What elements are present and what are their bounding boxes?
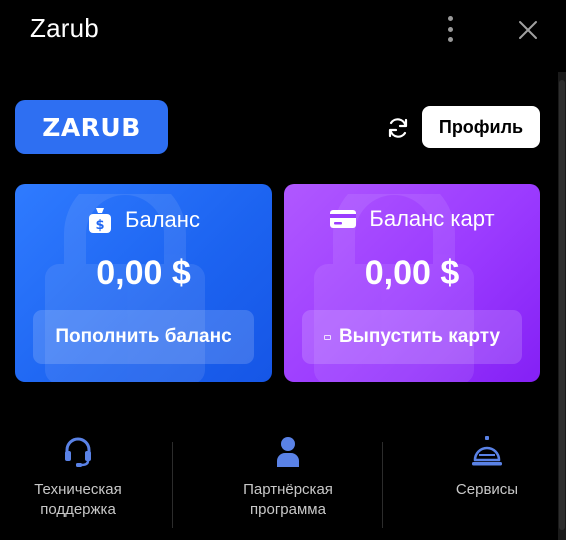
balance-amount: 0,00 $ xyxy=(96,254,191,292)
bottom-nav: Техническая поддержка Партнёрская програ… xyxy=(0,430,566,530)
top-up-balance-button[interactable]: Пополнить баланс xyxy=(33,310,254,364)
nav-partner-line1: Партнёрская xyxy=(243,481,333,498)
user-icon xyxy=(277,437,299,467)
kebab-menu-icon[interactable] xyxy=(440,16,460,42)
issue-card-label: Выпустить карту xyxy=(338,326,501,347)
cards-balance-header: Баланс карт xyxy=(284,206,540,232)
balance-card-header: $ Баланс xyxy=(15,206,272,234)
mini-card-icon xyxy=(323,334,331,340)
title-bar: Zarub xyxy=(0,0,566,58)
credit-card-icon xyxy=(330,210,357,228)
nav-services-label: Сервисы xyxy=(455,481,519,498)
money-bag-icon: $ xyxy=(89,208,112,233)
nav-divider xyxy=(172,442,173,528)
nav-support-line2: поддержка xyxy=(40,501,116,518)
balance-card-title: Баланс xyxy=(125,207,200,232)
service-bell-icon xyxy=(472,436,502,466)
nav-item-support[interactable]: Техническая поддержка xyxy=(18,430,138,520)
issue-card-button[interactable]: Выпустить карту xyxy=(302,310,522,364)
nav-item-partner[interactable]: Партнёрская программа xyxy=(218,430,358,520)
cards-balance-amount: 0,00 $ xyxy=(364,254,460,292)
svg-text:$: $ xyxy=(96,218,105,233)
nav-item-services[interactable]: Сервисы xyxy=(432,430,542,500)
refresh-icon[interactable] xyxy=(384,114,412,142)
nav-divider xyxy=(382,442,383,528)
brand-button[interactable]: ZARUB xyxy=(15,100,168,154)
close-icon[interactable] xyxy=(514,16,542,44)
nav-partner-line2: программа xyxy=(250,501,326,518)
profile-button[interactable]: Профиль xyxy=(422,106,540,148)
app-title: Zarub xyxy=(30,13,99,43)
cards-balance-title: Баланс карт xyxy=(369,206,495,231)
cards-balance-card: Баланс карт 0,00 $ Выпустить карту xyxy=(284,184,540,382)
top-up-balance-label: Пополнить баланс xyxy=(55,326,232,347)
nav-support-line1: Техническая xyxy=(34,481,122,498)
balance-card: $ Баланс 0,00 $ Пополнить баланс xyxy=(15,184,272,382)
headset-icon xyxy=(65,437,91,467)
